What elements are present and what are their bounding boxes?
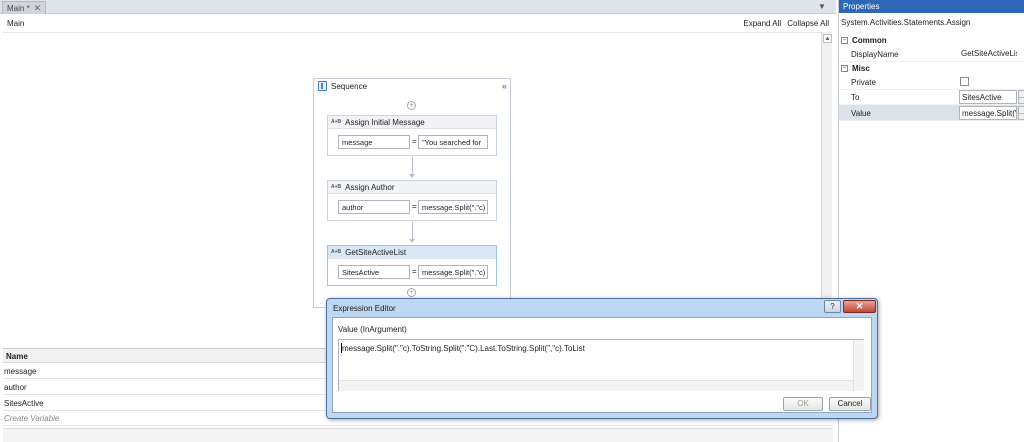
expand-all-link[interactable]: Expand All [743, 19, 781, 28]
expression-text[interactable]: message.Split("."c).ToString.Split(":"C)… [342, 344, 585, 353]
category-common[interactable]: − Common [839, 34, 1024, 46]
connector-arrow [409, 174, 415, 178]
private-checkbox[interactable] [960, 77, 969, 86]
connector-line [412, 157, 413, 175]
ellipsis-button[interactable]: ... [1018, 106, 1024, 120]
activity-assign-author[interactable]: A+B Assign Author author = message.Split… [327, 180, 497, 221]
properties-type-name: System.Activities.Statements.Assign [841, 18, 971, 27]
textarea-vertical-scrollbar[interactable] [853, 340, 864, 391]
chevron-down-icon[interactable]: ▼ [816, 2, 828, 12]
close-button[interactable]: ✕ [843, 300, 876, 313]
horizontal-scrollbar[interactable] [3, 428, 833, 442]
property-value[interactable]: message.Split(" [959, 106, 1017, 120]
assign-value-field[interactable]: "You searched for [418, 135, 488, 149]
property-private[interactable]: Private [839, 74, 1024, 90]
tab-main[interactable]: Main * ✕ [2, 1, 47, 14]
help-button[interactable]: ? [824, 300, 841, 313]
collapse-box-icon[interactable]: − [841, 64, 848, 72]
properties-title: Properties [839, 0, 1024, 13]
equals-sign: = [412, 137, 417, 146]
assign-to-field[interactable]: SitesActive [338, 265, 410, 279]
argument-label: Value (InArgument) [338, 325, 407, 334]
cancel-button[interactable]: Cancel [829, 397, 871, 411]
category-label: Common [852, 35, 887, 45]
assign-value-field[interactable]: message.Split("."c) [418, 200, 488, 214]
activity-title: Assign Initial Message [345, 117, 425, 127]
dialog-content: Value (InArgument) message.Split("."c).T… [332, 317, 872, 413]
property-label: Value [851, 109, 871, 118]
expression-editor-dialog: Expression Editor ? ✕ Value (InArgument)… [326, 298, 878, 419]
designer-header: Main Expand All Collapse All [3, 15, 833, 31]
activity-header: A+B Assign Initial Message [328, 116, 496, 129]
assign-value-field[interactable]: message.Split("."c) [418, 265, 488, 279]
tab-main-label: Main * [7, 3, 30, 13]
collapse-all-link[interactable]: Collapse All [787, 19, 829, 28]
property-value[interactable]: SitesActive [959, 90, 1017, 104]
equals-sign: = [412, 267, 417, 276]
assign-icon: A+B [331, 184, 342, 190]
ok-button[interactable]: OK [783, 397, 823, 411]
connector-line [412, 222, 413, 240]
assign-to-field[interactable]: message [338, 135, 410, 149]
activity-header: A+B Assign Author [328, 181, 496, 194]
collapse-box-icon[interactable]: − [841, 36, 848, 44]
sequence-activity[interactable]: Sequence « + A+B Assign Initial Message … [313, 78, 511, 308]
property-label: Private [851, 78, 876, 87]
breadcrumb[interactable]: Main [7, 19, 24, 28]
document-tab-strip: Main * ✕ ▼ [0, 0, 836, 14]
dialog-title: Expression Editor [333, 304, 396, 313]
add-activity-icon[interactable]: + [407, 101, 416, 110]
sequence-icon [318, 81, 327, 91]
activity-title: GetSiteActiveList [345, 247, 407, 257]
activity-header: A+B GetSiteActiveList [328, 246, 496, 259]
close-icon[interactable]: ✕ [34, 3, 42, 14]
property-display-name[interactable]: DisplayName GetSiteActiveList [839, 46, 1024, 62]
category-label: Misc [852, 63, 870, 73]
assign-icon: A+B [331, 119, 342, 125]
equals-sign: = [412, 202, 417, 211]
create-variable-link[interactable]: Create Variable [4, 414, 59, 423]
assign-to-field[interactable]: author [338, 200, 410, 214]
sequence-title: Sequence [331, 81, 368, 91]
expression-textarea[interactable]: message.Split("."c).ToString.Split(":"C)… [338, 339, 864, 391]
activity-assign-initial-message[interactable]: A+B Assign Initial Message message = "Yo… [327, 115, 497, 156]
assign-icon: A+B [331, 249, 342, 255]
category-misc[interactable]: − Misc [839, 62, 1024, 74]
textarea-horizontal-scrollbar[interactable] [339, 380, 853, 391]
scroll-up-icon[interactable]: ▲ [823, 34, 832, 43]
collapse-icon[interactable]: « [502, 81, 507, 91]
property-value-row[interactable]: Value message.Split(" ... [839, 105, 1024, 121]
property-value[interactable]: GetSiteActiveList [959, 47, 1017, 61]
add-activity-icon[interactable]: + [407, 288, 416, 297]
expand-collapse-links: Expand All Collapse All [743, 19, 829, 28]
activity-get-site-active-list[interactable]: A+B GetSiteActiveList SitesActive = mess… [327, 245, 497, 286]
property-label: To [851, 93, 860, 102]
property-label: DisplayName [851, 50, 899, 59]
property-to[interactable]: To SitesActive ... [839, 89, 1024, 105]
ellipsis-button[interactable]: ... [1018, 90, 1024, 104]
connector-arrow [409, 239, 415, 243]
activity-title: Assign Author [345, 182, 395, 192]
sequence-header: Sequence [314, 79, 510, 93]
